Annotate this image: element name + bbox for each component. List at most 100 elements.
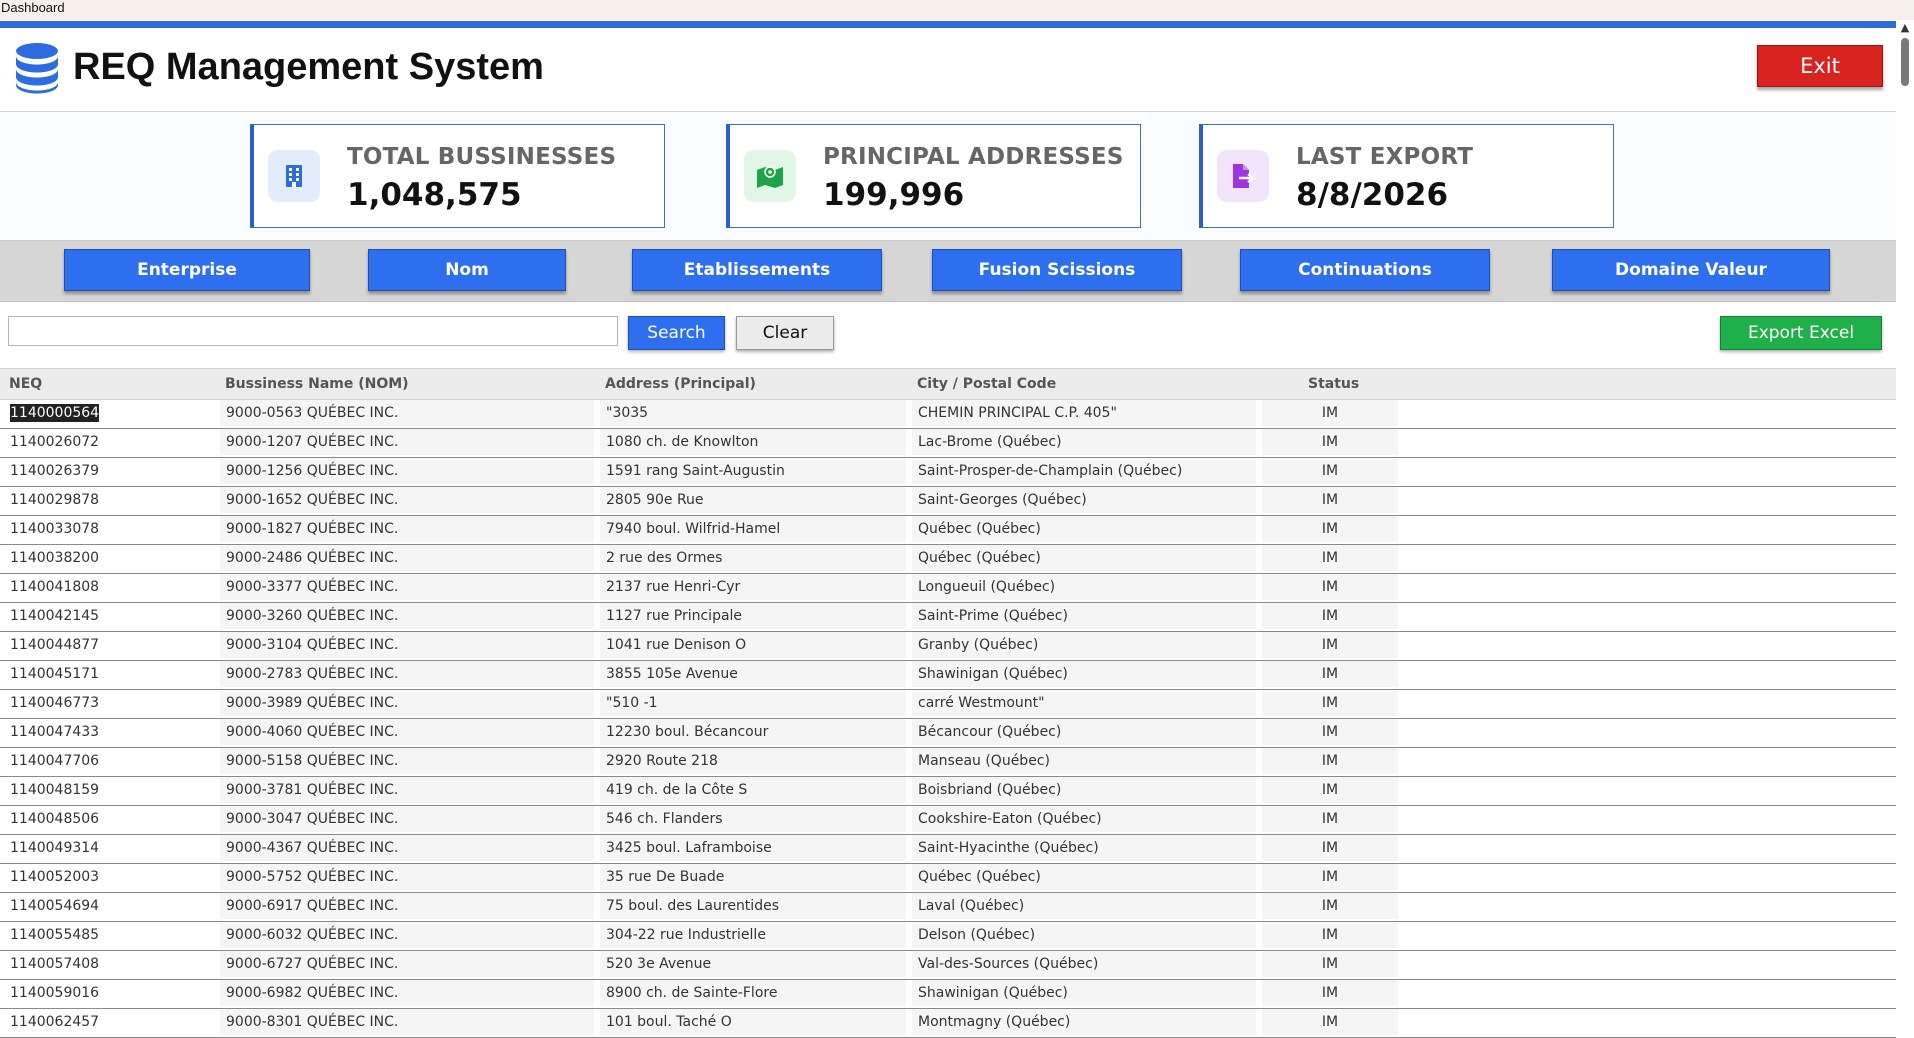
cell-city[interactable]: Saint-Hyacinthe (Québec): [912, 835, 1256, 861]
table-row[interactable]: 1140054694 9000-6917 QUÉBEC INC. 75 boul. …: [0, 893, 1896, 922]
cell-status[interactable]: IM: [1262, 719, 1398, 745]
cell-address[interactable]: 3425 boul. Laframboise: [600, 835, 906, 861]
cell-neq[interactable]: 1140041808: [10, 574, 216, 600]
cell-neq[interactable]: 1140048506: [10, 806, 216, 832]
cell-address[interactable]: 1591 rang Saint-Augustin: [600, 458, 906, 484]
search-input[interactable]: [8, 316, 618, 346]
cell-address[interactable]: 520 3e Avenue: [600, 951, 906, 977]
scroll-up-arrow-icon[interactable]: ▲: [1898, 22, 1912, 34]
column-header-address[interactable]: Address (Principal): [605, 376, 756, 392]
cell-city[interactable]: Val-des-Sources (Québec): [912, 951, 1256, 977]
cell-name[interactable]: 9000-2783 QUÉBEC INC.: [220, 661, 594, 687]
cell-neq[interactable]: 1140055485: [10, 922, 216, 948]
table-row[interactable]: 1140045171 9000-2783 QUÉBEC INC. 3855 105e…: [0, 661, 1896, 690]
cell-name[interactable]: 9000-6917 QUÉBEC INC.: [220, 893, 594, 919]
nav-fusion-scissions-button[interactable]: Fusion Scissions: [932, 249, 1182, 291]
cell-status[interactable]: IM: [1262, 574, 1398, 600]
table-row[interactable]: 1140042145 9000-3260 QUÉBEC INC. 1127 rue …: [0, 603, 1896, 632]
cell-status[interactable]: IM: [1262, 922, 1398, 948]
cell-status[interactable]: IM: [1262, 487, 1398, 513]
cell-address[interactable]: 8900 ch. de Sainte-Flore: [600, 980, 906, 1006]
table-row[interactable]: 1140062457 9000-8301 QUÉBEC INC. 101 boul.…: [0, 1009, 1896, 1038]
table-row[interactable]: 1140048159 9000-3781 QUÉBEC INC. 419 ch. d…: [0, 777, 1896, 806]
cell-address[interactable]: "3035: [600, 400, 906, 426]
cell-neq[interactable]: 1140042145: [10, 603, 216, 629]
cell-address[interactable]: 1080 ch. de Knowlton: [600, 429, 906, 455]
cell-name[interactable]: 9000-4060 QUÉBEC INC.: [220, 719, 594, 745]
cell-name[interactable]: 9000-1207 QUÉBEC INC.: [220, 429, 594, 455]
cell-city[interactable]: Québec (Québec): [912, 545, 1256, 571]
cell-name[interactable]: 9000-3377 QUÉBEC INC.: [220, 574, 594, 600]
cell-neq[interactable]: 1140054694: [10, 893, 216, 919]
cell-address[interactable]: 7940 boul. Wilfrid-Hamel: [600, 516, 906, 542]
cell-city[interactable]: Granby (Québec): [912, 632, 1256, 658]
vertical-scrollbar[interactable]: [1896, 21, 1914, 1030]
cell-name[interactable]: 9000-6727 QUÉBEC INC.: [220, 951, 594, 977]
cell-city[interactable]: Shawinigan (Québec): [912, 661, 1256, 687]
table-row[interactable]: 1140029878 9000-1652 QUÉBEC INC. 2805 90e …: [0, 487, 1896, 516]
cell-status[interactable]: IM: [1262, 980, 1398, 1006]
column-header-name[interactable]: Bussiness Name (NOM): [225, 376, 409, 392]
cell-status[interactable]: IM: [1262, 632, 1398, 658]
cell-name[interactable]: 9000-6982 QUÉBEC INC.: [220, 980, 594, 1006]
cell-city[interactable]: Shawinigan (Québec): [912, 980, 1256, 1006]
cell-address[interactable]: 2805 90e Rue: [600, 487, 906, 513]
nav-nom-button[interactable]: Nom: [368, 249, 566, 291]
table-row[interactable]: 1140059016 9000-6982 QUÉBEC INC. 8900 ch. …: [0, 980, 1896, 1009]
cell-address[interactable]: 3855 105e Avenue: [600, 661, 906, 687]
cell-status[interactable]: IM: [1262, 545, 1398, 571]
table-row[interactable]: 1140046773 9000-3989 QUÉBEC INC. "510 -1 ca…: [0, 690, 1896, 719]
table-row[interactable]: 1140041808 9000-3377 QUÉBEC INC. 2137 rue …: [0, 574, 1896, 603]
cell-address[interactable]: 12230 boul. Bécancour: [600, 719, 906, 745]
table-row[interactable]: 1140026379 9000-1256 QUÉBEC INC. 1591 rang…: [0, 458, 1896, 487]
nav-etablissements-button[interactable]: Etablissements: [632, 249, 882, 291]
cell-neq[interactable]: 1140046773: [10, 690, 216, 716]
cell-status[interactable]: IM: [1262, 603, 1398, 629]
cell-neq[interactable]: 1140047433: [10, 719, 216, 745]
column-header-neq[interactable]: NEQ: [9, 376, 42, 392]
cell-name[interactable]: 9000-1256 QUÉBEC INC.: [220, 458, 594, 484]
table-row[interactable]: 1140044877 9000-3104 QUÉBEC INC. 1041 rue …: [0, 632, 1896, 661]
table-row[interactable]: 1140049314 9000-4367 QUÉBEC INC. 3425 boul…: [0, 835, 1896, 864]
search-button[interactable]: Search: [628, 316, 725, 350]
cell-address[interactable]: 35 rue De Buade: [600, 864, 906, 890]
cell-name[interactable]: 9000-5752 QUÉBEC INC.: [220, 864, 594, 890]
cell-name[interactable]: 9000-2486 QUÉBEC INC.: [220, 545, 594, 571]
cell-address[interactable]: "510 -1: [600, 690, 906, 716]
cell-name[interactable]: 9000-8301 QUÉBEC INC.: [220, 1009, 594, 1035]
cell-neq[interactable]: 1140049314: [10, 835, 216, 861]
cell-address[interactable]: 101 boul. Taché O: [600, 1009, 906, 1035]
table-row[interactable]: 1140047433 9000-4060 QUÉBEC INC. 12230 bou…: [0, 719, 1896, 748]
cell-name[interactable]: 9000-3989 QUÉBEC INC.: [220, 690, 594, 716]
cell-neq[interactable]: 1140047706: [10, 748, 216, 774]
table-row[interactable]: 1140057408 9000-6727 QUÉBEC INC. 520 3e Av…: [0, 951, 1896, 980]
cell-name[interactable]: 9000-3047 QUÉBEC INC.: [220, 806, 594, 832]
export-excel-button[interactable]: Export Excel: [1720, 316, 1882, 350]
cell-address[interactable]: 1041 rue Denison O: [600, 632, 906, 658]
cell-status[interactable]: IM: [1262, 458, 1398, 484]
scrollbar-thumb[interactable]: [1901, 38, 1909, 86]
cell-status[interactable]: IM: [1262, 806, 1398, 832]
cell-city[interactable]: Québec (Québec): [912, 516, 1256, 542]
cell-status[interactable]: IM: [1262, 1009, 1398, 1035]
cell-city[interactable]: CHEMIN PRINCIPAL C.P. 405": [912, 400, 1256, 426]
cell-status[interactable]: IM: [1262, 951, 1398, 977]
cell-address[interactable]: 304-22 rue Industrielle: [600, 922, 906, 948]
cell-neq[interactable]: 1140044877: [10, 632, 216, 658]
cell-city[interactable]: Montmagny (Québec): [912, 1009, 1256, 1035]
cell-neq[interactable]: 1140062457: [10, 1009, 216, 1035]
cell-neq[interactable]: 1140033078: [10, 516, 216, 542]
cell-status[interactable]: IM: [1262, 893, 1398, 919]
cell-name[interactable]: 9000-0563 QUÉBEC INC.: [220, 400, 594, 426]
cell-city[interactable]: Longueuil (Québec): [912, 574, 1256, 600]
table-row[interactable]: 1140026072 9000-1207 QUÉBEC INC. 1080 ch. …: [0, 429, 1896, 458]
cell-city[interactable]: Delson (Québec): [912, 922, 1256, 948]
cell-status[interactable]: IM: [1262, 516, 1398, 542]
table-row[interactable]: 1140033078 9000-1827 QUÉBEC INC. 7940 boul…: [0, 516, 1896, 545]
cell-neq[interactable]: 1140000564: [10, 400, 216, 426]
nav-enterprise-button[interactable]: Enterprise: [64, 249, 310, 291]
cell-address[interactable]: 546 ch. Flanders: [600, 806, 906, 832]
cell-city[interactable]: Bécancour (Québec): [912, 719, 1256, 745]
cell-city[interactable]: carré Westmount": [912, 690, 1256, 716]
cell-neq[interactable]: 1140059016: [10, 980, 216, 1006]
